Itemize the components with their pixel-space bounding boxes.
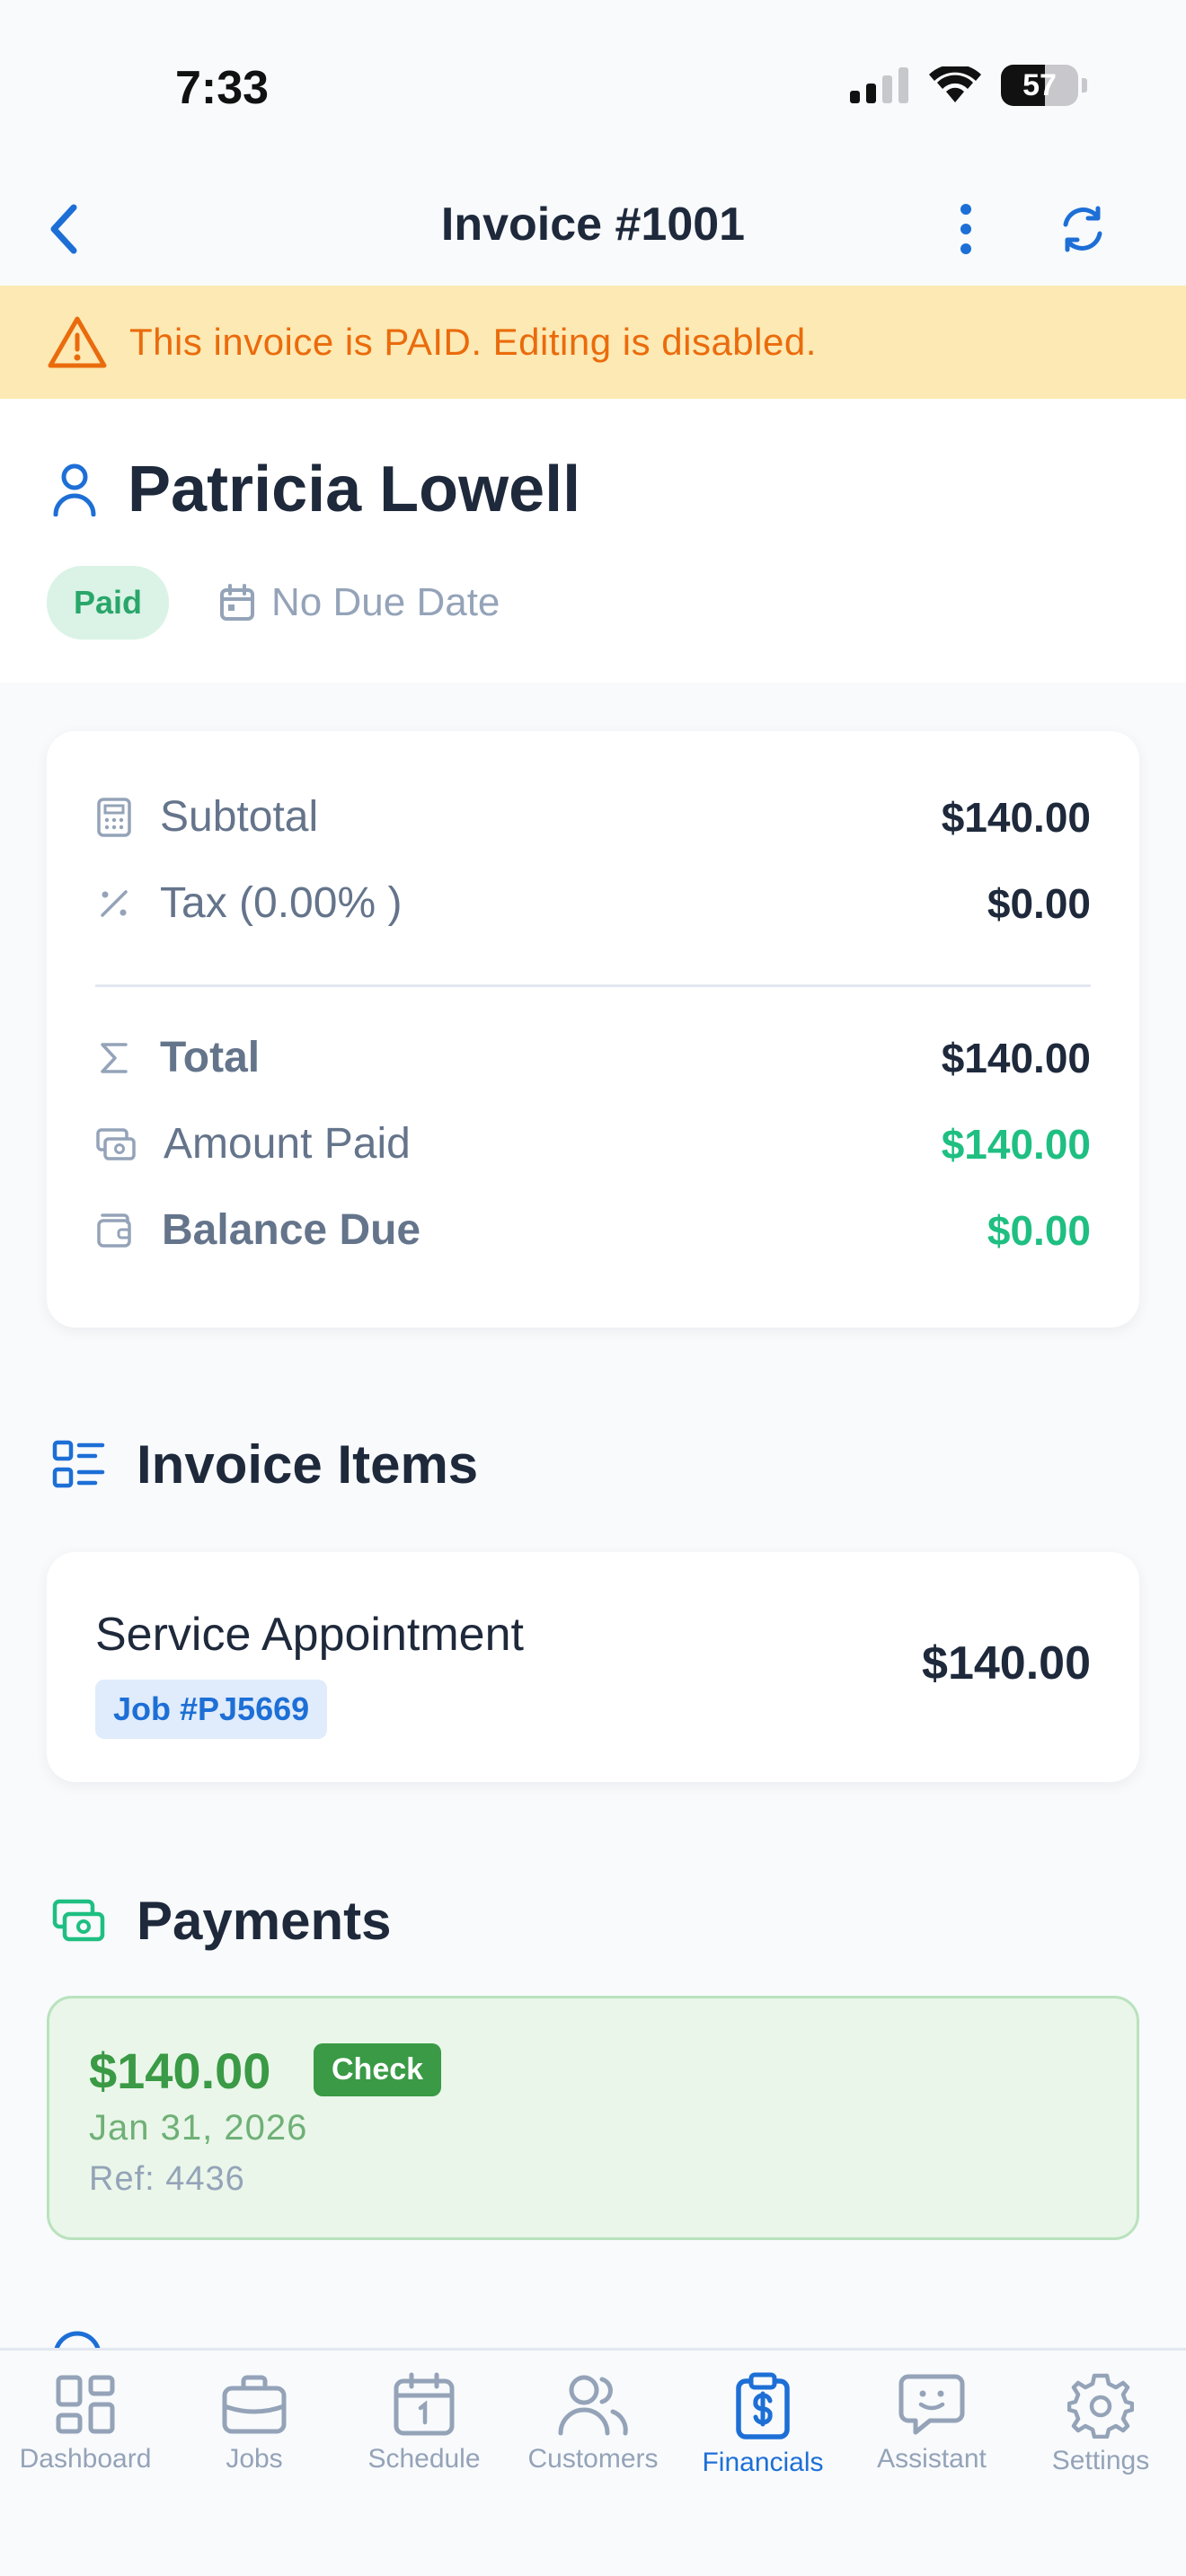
- due-date-text: No Due Date: [271, 580, 500, 624]
- chat-smile-icon: [898, 2374, 965, 2435]
- subtotal-label: Subtotal: [160, 793, 319, 841]
- cash-icon: [96, 1127, 136, 1160]
- list-icon: [52, 1440, 105, 1487]
- tab-label: Customers: [527, 2444, 659, 2474]
- user-icon: [53, 463, 96, 516]
- calendar-icon: [220, 584, 255, 621]
- battery-nub: [1082, 78, 1087, 93]
- tax-row: Tax (0.00% ) $0.00: [95, 878, 1091, 928]
- tab-label: Settings: [1051, 2446, 1150, 2475]
- tax-value: $0.00: [987, 879, 1091, 927]
- users-icon: [558, 2375, 628, 2436]
- tab-jobs[interactable]: Jobs: [169, 2372, 340, 2475]
- tab-label: Schedule: [367, 2444, 481, 2474]
- payment-method-badge: Check: [314, 2043, 442, 2096]
- tab-customers[interactable]: Customers: [508, 2372, 678, 2475]
- calculator-icon: [97, 797, 131, 837]
- customer-name: Patricia Lowell: [128, 454, 581, 525]
- tab-settings[interactable]: Settings: [1015, 2372, 1186, 2476]
- more-options-button[interactable]: [930, 193, 1002, 265]
- battery-icon: 57: [1001, 65, 1078, 106]
- list-item[interactable]: Service Appointment Job #PJ5669 $140.00: [47, 1552, 1139, 1782]
- invoice-header: Patricia Lowell Paid No Due Date: [0, 399, 1186, 683]
- tab-label: Assistant: [877, 2444, 987, 2474]
- refresh-icon: [1063, 206, 1102, 252]
- balance-due-label: Balance Due: [162, 1206, 421, 1254]
- status-icons: 57: [850, 65, 1087, 106]
- tab-financials[interactable]: Financials: [677, 2372, 848, 2478]
- payments-header: Payments: [52, 1890, 391, 1952]
- amount-paid-value: $140.00: [941, 1120, 1091, 1168]
- summary-card: Subtotal $140.00 Tax (0.00% ) $0.00 Tota…: [47, 731, 1139, 1328]
- payments-title: Payments: [137, 1891, 392, 1951]
- paid-warning-banner: This invoice is PAID. Editing is disable…: [0, 286, 1186, 399]
- invoice-meta: Paid No Due Date: [47, 566, 500, 640]
- status-badge: Paid: [47, 566, 170, 640]
- amount-paid-label: Amount Paid: [164, 1120, 411, 1168]
- balance-due-value: $0.00: [987, 1206, 1091, 1254]
- payment-reference: Ref: 4436: [89, 2160, 245, 2198]
- cellular-signal-icon: [850, 67, 908, 103]
- gear-icon: [1067, 2373, 1134, 2439]
- warning-triangle-icon: [48, 316, 107, 368]
- more-vertical-icon: [960, 204, 971, 254]
- sigma-icon: [101, 1042, 128, 1073]
- total-label: Total: [160, 1034, 261, 1081]
- subtotal-value: $140.00: [941, 793, 1091, 841]
- amount-paid-row: Amount Paid $140.00: [95, 1119, 1091, 1169]
- tab-schedule[interactable]: Schedule: [339, 2372, 509, 2475]
- tab-label: Financials: [702, 2448, 824, 2477]
- battery-level: 57: [1022, 67, 1057, 102]
- payment-date: Jan 31, 2026: [89, 2108, 308, 2148]
- item-name: Service Appointment: [95, 1609, 524, 1661]
- tab-assistant[interactable]: Assistant: [846, 2372, 1017, 2475]
- refresh-button[interactable]: [1047, 193, 1119, 265]
- tax-label: Tax (0.00% ): [160, 879, 403, 927]
- balance-due-row: Balance Due $0.00: [95, 1205, 1091, 1255]
- bottom-tab-bar: Dashboard Jobs Schedule Customers Financ…: [0, 2348, 1186, 2576]
- calendar-icon: [394, 2372, 455, 2436]
- customer-row[interactable]: Patricia Lowell: [52, 453, 580, 526]
- wallet-icon: [97, 1213, 131, 1248]
- payment-amount: $140.00: [89, 2042, 271, 2099]
- status-time: 7:33: [175, 62, 270, 114]
- payment-item[interactable]: $140.00 Check Jan 31, 2026 Ref: 4436: [47, 1996, 1139, 2240]
- job-badge[interactable]: Job #PJ5669: [95, 1680, 328, 1739]
- tab-dashboard[interactable]: Dashboard: [0, 2372, 171, 2475]
- page-title: Invoice #1001: [440, 198, 746, 251]
- total-row: Total $140.00: [95, 1033, 1091, 1082]
- subtotal-row: Subtotal $140.00: [95, 792, 1091, 842]
- percent-icon: [101, 889, 128, 917]
- wifi-icon: [929, 66, 981, 102]
- tab-label: Dashboard: [19, 2444, 152, 2474]
- tab-label: Jobs: [226, 2444, 283, 2474]
- nav-bar: Invoice #1001: [0, 171, 1186, 286]
- cash-icon: [52, 1899, 105, 1941]
- banner-text: This invoice is PAID. Editing is disable…: [129, 321, 817, 363]
- status-bar: 7:33 57: [0, 0, 1186, 171]
- due-date: No Due Date: [219, 580, 500, 625]
- invoice-items-header: Invoice Items: [52, 1434, 478, 1495]
- invoice-items-title: Invoice Items: [137, 1434, 479, 1495]
- item-price: $140.00: [922, 1637, 1091, 1689]
- summary-divider: [95, 984, 1091, 987]
- dashboard-icon: [56, 2375, 115, 2434]
- clipboard-dollar-icon: [736, 2372, 790, 2439]
- total-value: $140.00: [941, 1034, 1091, 1081]
- briefcase-icon: [222, 2375, 287, 2434]
